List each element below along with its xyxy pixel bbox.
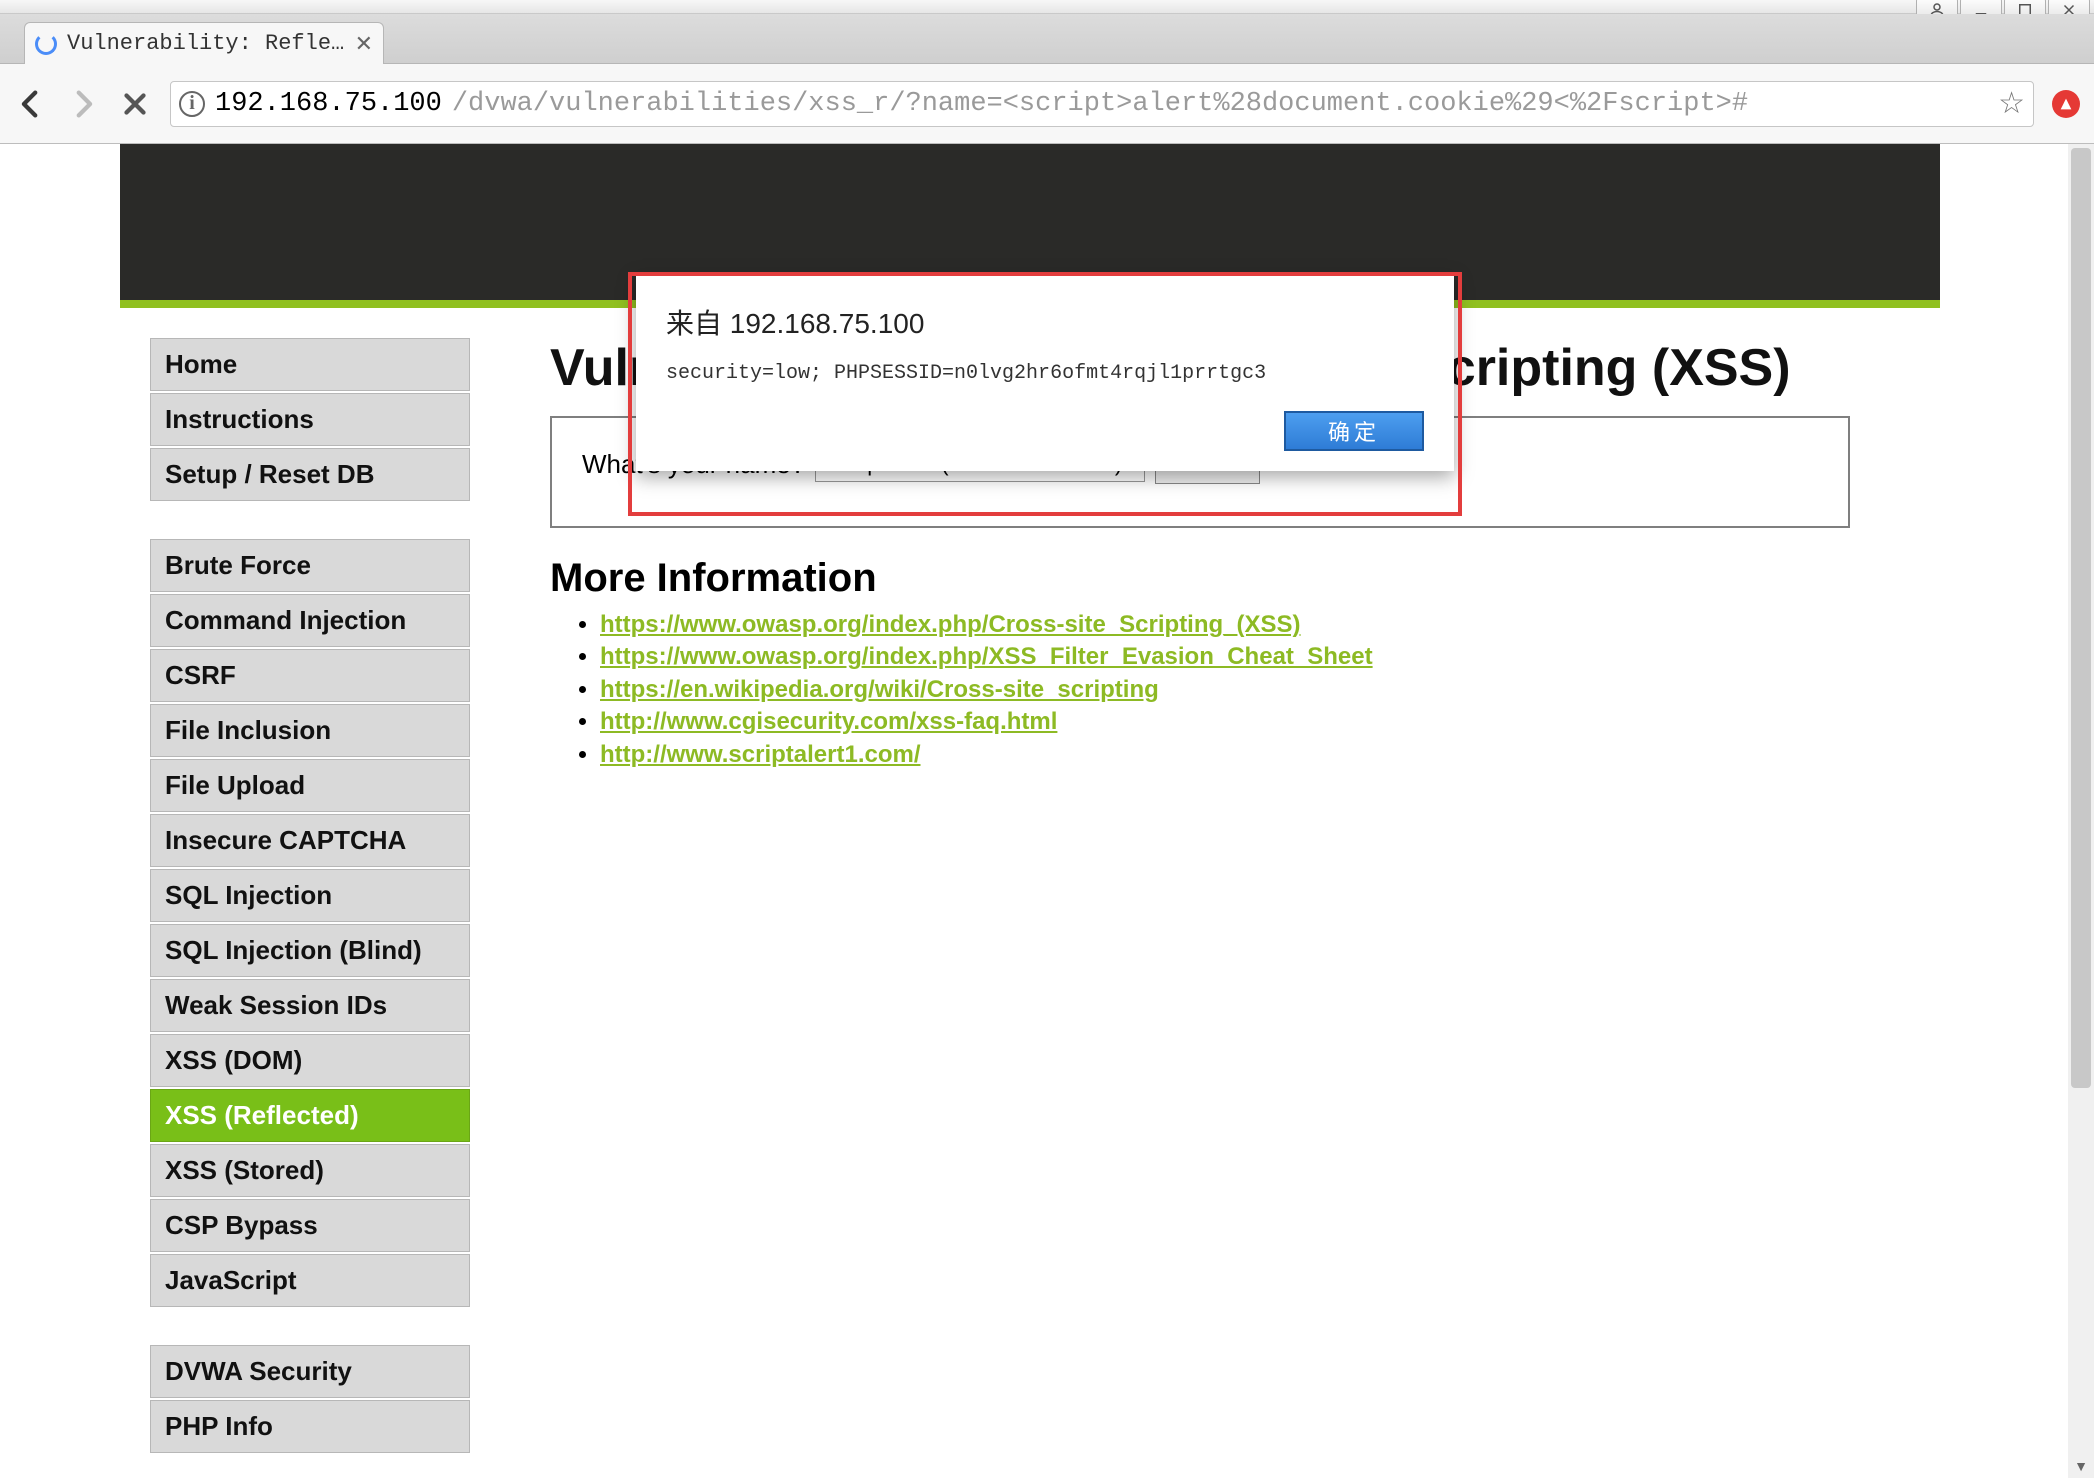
tab-title: Vulnerability: Reflect [67, 31, 345, 56]
js-alert-dialog: 来自 192.168.75.100 security=low; PHPSESSI… [636, 274, 1454, 471]
sidebar-item-setup-reset-db[interactable]: Setup / Reset DB [150, 448, 470, 501]
sidebar-item-home[interactable]: Home [150, 338, 470, 391]
sidebar-item-insecure-captcha[interactable]: Insecure CAPTCHA [150, 814, 470, 867]
url-host: 192.168.75.100 [215, 89, 442, 119]
url-path: /dvwa/vulnerabilities/xss_r/?name=<scrip… [452, 89, 1748, 119]
sidebar-item-brute-force[interactable]: Brute Force [150, 539, 470, 592]
more-info-heading: More Information [550, 556, 1850, 601]
info-link[interactable]: https://en.wikipedia.org/wiki/Cross-site… [600, 676, 1159, 703]
scroll-thumb[interactable] [2071, 148, 2091, 1088]
loading-spinner-icon [35, 33, 57, 55]
bookmark-star-icon[interactable]: ☆ [1998, 86, 2025, 121]
js-alert-message: security=low; PHPSESSID=n0lvg2hr6ofmt4rq… [666, 362, 1424, 385]
sidebar-item-csp-bypass[interactable]: CSP Bypass [150, 1199, 470, 1252]
sidebar-item-instructions[interactable]: Instructions [150, 393, 470, 446]
close-tab-icon[interactable]: ✕ [355, 31, 373, 57]
back-icon[interactable] [14, 87, 48, 121]
browser-toolbar: i 192.168.75.100 /dvwa/vulnerabilities/x… [0, 64, 2094, 144]
sidebar-item-sql-injection[interactable]: SQL Injection [150, 869, 470, 922]
stop-reload-icon[interactable] [118, 87, 152, 121]
scroll-down-icon[interactable]: ▼ [2068, 1454, 2094, 1478]
sidebar-item-javascript[interactable]: JavaScript [150, 1254, 470, 1307]
sidebar-item-xss-dom[interactable]: XSS (DOM) [150, 1034, 470, 1087]
sidebar-item-xss-stored[interactable]: XSS (Stored) [150, 1144, 470, 1197]
info-link[interactable]: https://www.owasp.org/index.php/XSS_Filt… [600, 643, 1373, 670]
info-link[interactable]: http://www.scriptalert1.com/ [600, 741, 921, 768]
info-link-item: http://www.scriptalert1.com/ [600, 739, 1850, 771]
info-link-item: https://www.owasp.org/index.php/XSS_Filt… [600, 641, 1850, 673]
alert-ok-button[interactable]: 确定 [1284, 411, 1424, 451]
forward-icon[interactable] [66, 87, 100, 121]
site-info-icon[interactable]: i [179, 91, 205, 117]
info-link-item: https://en.wikipedia.org/wiki/Cross-site… [600, 674, 1850, 706]
address-bar[interactable]: i 192.168.75.100 /dvwa/vulnerabilities/x… [170, 81, 2034, 127]
sidebar-item-file-upload[interactable]: File Upload [150, 759, 470, 812]
sidebar-item-csrf[interactable]: CSRF [150, 649, 470, 702]
sidebar-item-weak-session-ids[interactable]: Weak Session IDs [150, 979, 470, 1032]
info-link-item: http://www.cgisecurity.com/xss-faq.html [600, 706, 1850, 738]
sidebar-item-dvwa-security[interactable]: DVWA Security [150, 1345, 470, 1398]
sidebar-item-xss-reflected[interactable]: XSS (Reflected) [150, 1089, 470, 1142]
sidebar-item-file-inclusion[interactable]: File Inclusion [150, 704, 470, 757]
browser-tab[interactable]: Vulnerability: Reflect ✕ [24, 22, 384, 64]
sidebar-item-command-injection[interactable]: Command Injection [150, 594, 470, 647]
sidebar-item-sql-injection-blind[interactable]: SQL Injection (Blind) [150, 924, 470, 977]
sidebar-item-php-info[interactable]: PHP Info [150, 1400, 470, 1453]
info-link-item: https://www.owasp.org/index.php/Cross-si… [600, 609, 1850, 641]
extension-icon[interactable] [2052, 90, 2080, 118]
vertical-scrollbar[interactable]: ▲ ▼ [2068, 144, 2094, 1478]
info-link[interactable]: https://www.owasp.org/index.php/Cross-si… [600, 611, 1301, 638]
js-alert-origin: 来自 192.168.75.100 [666, 302, 1424, 342]
info-link[interactable]: http://www.cgisecurity.com/xss-faq.html [600, 708, 1057, 735]
